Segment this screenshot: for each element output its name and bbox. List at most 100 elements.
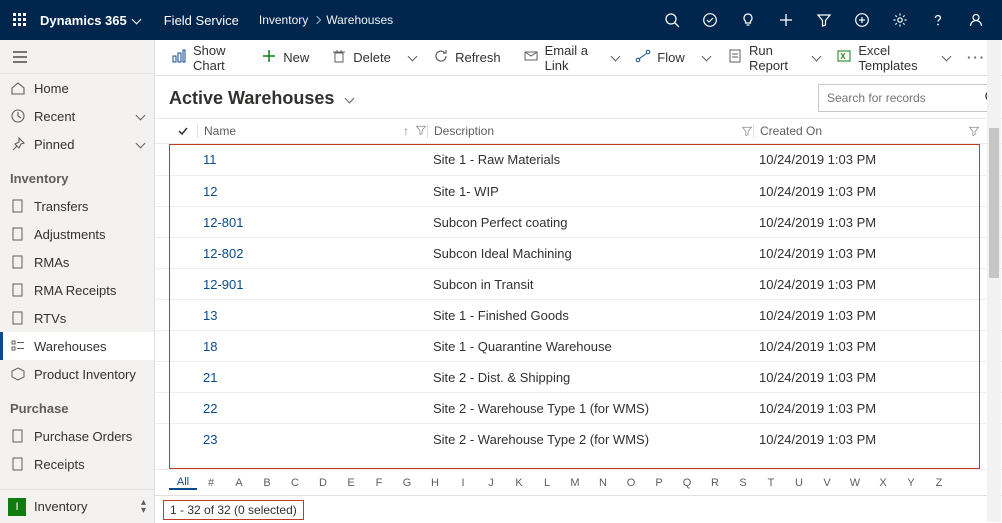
filter-icon[interactable] xyxy=(415,124,427,138)
row-name-link[interactable]: 12-801 xyxy=(203,215,243,230)
table-row[interactable]: 12Site 1- WIP10/24/2019 1:03 PM xyxy=(155,175,1002,206)
alpha-h[interactable]: H xyxy=(421,477,449,489)
col-header-name[interactable]: Name↑ xyxy=(197,124,427,138)
select-all-checkbox[interactable] xyxy=(169,124,197,138)
alpha-y[interactable]: Y xyxy=(897,477,925,489)
col-header-description[interactable]: Description xyxy=(427,124,753,138)
row-name-link[interactable]: 22 xyxy=(203,401,217,416)
sidebar-item-warehouses[interactable]: Warehouses xyxy=(0,332,154,360)
alpha-m[interactable]: M xyxy=(561,477,589,489)
task-icon[interactable] xyxy=(692,0,728,40)
cmd-excel-split[interactable] xyxy=(937,50,955,65)
table-row[interactable]: 12-901Subcon in Transit10/24/2019 1:03 P… xyxy=(155,268,1002,299)
table-row[interactable]: 12-801Subcon Perfect coating10/24/2019 1… xyxy=(155,206,1002,237)
row-name-link[interactable]: 13 xyxy=(203,308,217,323)
view-selector[interactable]: Active Warehouses xyxy=(169,88,353,109)
table-row[interactable]: 12-802Subcon Ideal Machining10/24/2019 1… xyxy=(155,237,1002,268)
cmd-delete[interactable]: Delete xyxy=(321,40,401,76)
sidebar-area-switcher[interactable]: I Inventory ▴▾ xyxy=(0,489,154,523)
cmd-show-chart[interactable]: Show Chart xyxy=(161,40,249,76)
sidebar-item-purchase-orders[interactable]: Purchase Orders xyxy=(0,422,154,450)
alpha-s[interactable]: S xyxy=(729,477,757,489)
row-name-link[interactable]: 21 xyxy=(203,370,217,385)
sidebar-item-adjustments[interactable]: Adjustments xyxy=(0,220,154,248)
alpha-c[interactable]: C xyxy=(281,477,309,489)
alpha-l[interactable]: L xyxy=(533,477,561,489)
alpha-g[interactable]: G xyxy=(393,477,421,489)
row-name-link[interactable]: 12-802 xyxy=(203,246,243,261)
col-header-created-on[interactable]: Created On xyxy=(753,124,980,138)
cmd-email[interactable]: Email a Link xyxy=(513,40,603,76)
alpha-p[interactable]: P xyxy=(645,477,673,489)
row-name-link[interactable]: 12 xyxy=(203,184,217,199)
filter-icon[interactable] xyxy=(806,0,842,40)
alpha-n[interactable]: N xyxy=(589,477,617,489)
alpha-t[interactable]: T xyxy=(757,477,785,489)
add-icon[interactable] xyxy=(768,0,804,40)
doc-icon xyxy=(10,226,26,242)
search-input[interactable] xyxy=(825,90,984,106)
scrollbar-thumb[interactable] xyxy=(989,128,999,278)
table-row[interactable]: 11Site 1 - Raw Materials10/24/2019 1:03 … xyxy=(155,144,1002,175)
alpha-u[interactable]: U xyxy=(785,477,813,489)
table-row[interactable]: 22Site 2 - Warehouse Type 1 (for WMS)10/… xyxy=(155,392,1002,423)
alpha-r[interactable]: R xyxy=(701,477,729,489)
row-name-link[interactable]: 12-901 xyxy=(203,277,243,292)
sidebar-item-home[interactable]: Home xyxy=(0,74,154,102)
brand-switcher[interactable]: Dynamics 365 xyxy=(40,13,140,28)
filter-icon[interactable] xyxy=(968,125,980,137)
page-scrollbar[interactable] xyxy=(987,40,1001,522)
alpha-f[interactable]: F xyxy=(365,477,393,489)
table-row[interactable]: 23Site 2 - Warehouse Type 2 (for WMS)10/… xyxy=(155,423,1002,454)
cmd-refresh[interactable]: Refresh xyxy=(423,40,511,76)
cmd-flow[interactable]: Flow xyxy=(625,40,694,76)
sidebar-item-transfers[interactable]: Transfers xyxy=(0,192,154,220)
row-name-link[interactable]: 23 xyxy=(203,432,217,447)
row-name-link[interactable]: 18 xyxy=(203,339,217,354)
alpha-v[interactable]: V xyxy=(813,477,841,489)
help-icon[interactable] xyxy=(920,0,956,40)
sidebar-item-recent[interactable]: Recent xyxy=(0,102,154,130)
alpha-k[interactable]: K xyxy=(505,477,533,489)
cmd-run-report[interactable]: Run Report xyxy=(717,40,804,76)
cmd-delete-split[interactable] xyxy=(403,50,421,65)
hamburger-icon[interactable] xyxy=(0,40,154,74)
alpha-b[interactable]: B xyxy=(253,477,281,489)
alpha-e[interactable]: E xyxy=(337,477,365,489)
lightbulb-icon[interactable] xyxy=(730,0,766,40)
cmd-email-split[interactable] xyxy=(605,50,623,65)
row-name-link[interactable]: 11 xyxy=(203,152,217,167)
alpha-z[interactable]: Z xyxy=(925,477,953,489)
sidebar-item-receipts[interactable]: Receipts xyxy=(0,450,154,478)
gear-icon[interactable] xyxy=(882,0,918,40)
app-launcher-icon[interactable] xyxy=(8,12,32,28)
sidebar-item-rtvs[interactable]: RTVs xyxy=(0,304,154,332)
circle-plus-icon[interactable] xyxy=(844,0,880,40)
sidebar-item-product-inventory[interactable]: Product Inventory xyxy=(0,360,154,388)
alpha-q[interactable]: Q xyxy=(673,477,701,489)
cmd-report-split[interactable] xyxy=(806,50,824,65)
alpha-w[interactable]: W xyxy=(841,477,869,489)
cmd-new[interactable]: New xyxy=(251,40,319,76)
alpha-x[interactable]: X xyxy=(869,477,897,489)
alpha-#[interactable]: # xyxy=(197,477,225,489)
alpha-a[interactable]: A xyxy=(225,477,253,489)
search-icon[interactable] xyxy=(654,0,690,40)
sidebar-item-rmas[interactable]: RMAs xyxy=(0,248,154,276)
filter-icon[interactable] xyxy=(741,125,753,137)
table-row[interactable]: 13Site 1 - Finished Goods10/24/2019 1:03… xyxy=(155,299,1002,330)
alpha-d[interactable]: D xyxy=(309,477,337,489)
alpha-i[interactable]: I xyxy=(449,477,477,489)
cmd-excel[interactable]: Excel Templates xyxy=(826,40,934,76)
cmd-flow-split[interactable] xyxy=(697,50,715,65)
alpha-o[interactable]: O xyxy=(617,477,645,489)
search-box[interactable] xyxy=(818,84,988,112)
alpha-j[interactable]: J xyxy=(477,477,505,489)
table-row[interactable]: 18Site 1 - Quarantine Warehouse10/24/201… xyxy=(155,330,1002,361)
alpha-all[interactable]: All xyxy=(169,476,197,490)
sidebar-item-pinned[interactable]: Pinned xyxy=(0,130,154,158)
sidebar-item-rma-receipts[interactable]: RMA Receipts xyxy=(0,276,154,304)
user-icon[interactable] xyxy=(958,0,994,40)
breadcrumb-parent[interactable]: Inventory xyxy=(259,13,308,27)
table-row[interactable]: 21Site 2 - Dist. & Shipping10/24/2019 1:… xyxy=(155,361,1002,392)
